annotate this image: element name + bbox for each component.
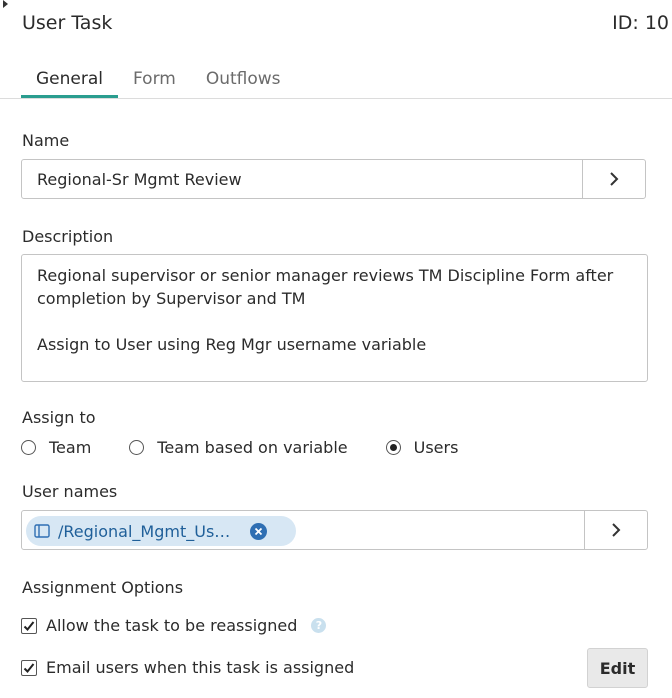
chevron-right-icon: [610, 172, 619, 186]
assignment-options-label: Assignment Options: [22, 578, 184, 597]
assign-to-label: Assign to: [22, 408, 96, 427]
close-icon: [254, 527, 263, 535]
checkmark-icon: [23, 662, 35, 673]
radio-team-variable[interactable]: Team based on variable: [129, 438, 348, 457]
radio-dot: [389, 444, 397, 451]
description-textarea[interactable]: Regional supervisor or senior manager re…: [21, 254, 648, 382]
name-expand-button[interactable]: [582, 160, 645, 198]
name-label: Name: [22, 131, 70, 150]
email-users-label: Email users when this task is assigned: [46, 658, 355, 677]
user-names-expand-button[interactable]: [584, 511, 647, 549]
radio-users[interactable]: Users: [385, 438, 459, 457]
radio-users-label: Users: [413, 438, 459, 457]
checkmark-icon: [23, 620, 35, 631]
chevron-right-icon: [612, 523, 621, 537]
collapse-caret-icon[interactable]: [3, 0, 8, 8]
email-users-checkbox[interactable]: [21, 659, 37, 676]
tab-outflows[interactable]: Outflows: [191, 66, 296, 98]
tabs-divider: [0, 98, 672, 99]
user-names-field[interactable]: /Regional_Mgmt_Use...: [21, 510, 648, 550]
panel-title: User Task: [22, 12, 113, 34]
name-field: [21, 159, 646, 199]
radio-team-label: Team: [49, 438, 92, 457]
name-input[interactable]: [22, 160, 583, 198]
radio-team[interactable]: Team: [21, 438, 91, 457]
allow-reassign-row: Allow the task to be reassigned ?: [21, 616, 327, 635]
assign-to-radio-group: Team Team based on variable Users: [21, 438, 458, 457]
radio-circle[interactable]: [129, 440, 145, 455]
radio-circle[interactable]: [21, 440, 36, 455]
user-names-label: User names: [22, 482, 118, 501]
task-id-label: ID: 10: [612, 12, 669, 34]
allow-reassign-checkbox[interactable]: [21, 617, 37, 634]
radio-circle-selected[interactable]: [385, 440, 401, 455]
allow-reassign-label: Allow the task to be reassigned: [46, 616, 298, 635]
help-icon[interactable]: ?: [311, 618, 327, 633]
edit-button[interactable]: Edit: [587, 648, 648, 688]
chip-label: /Regional_Mgmt_Use...: [58, 521, 238, 541]
radio-team-variable-label: Team based on variable: [157, 438, 348, 457]
description-label: Description: [22, 227, 114, 246]
user-variable-chip[interactable]: /Regional_Mgmt_Use...: [26, 516, 296, 546]
variable-icon: [34, 524, 50, 538]
tab-bar: General Form Outflows: [21, 66, 296, 99]
chip-remove-icon[interactable]: [250, 522, 267, 540]
email-users-row: Email users when this task is assigned: [21, 658, 354, 677]
tab-form[interactable]: Form: [118, 66, 191, 98]
tab-general[interactable]: General: [21, 66, 118, 98]
